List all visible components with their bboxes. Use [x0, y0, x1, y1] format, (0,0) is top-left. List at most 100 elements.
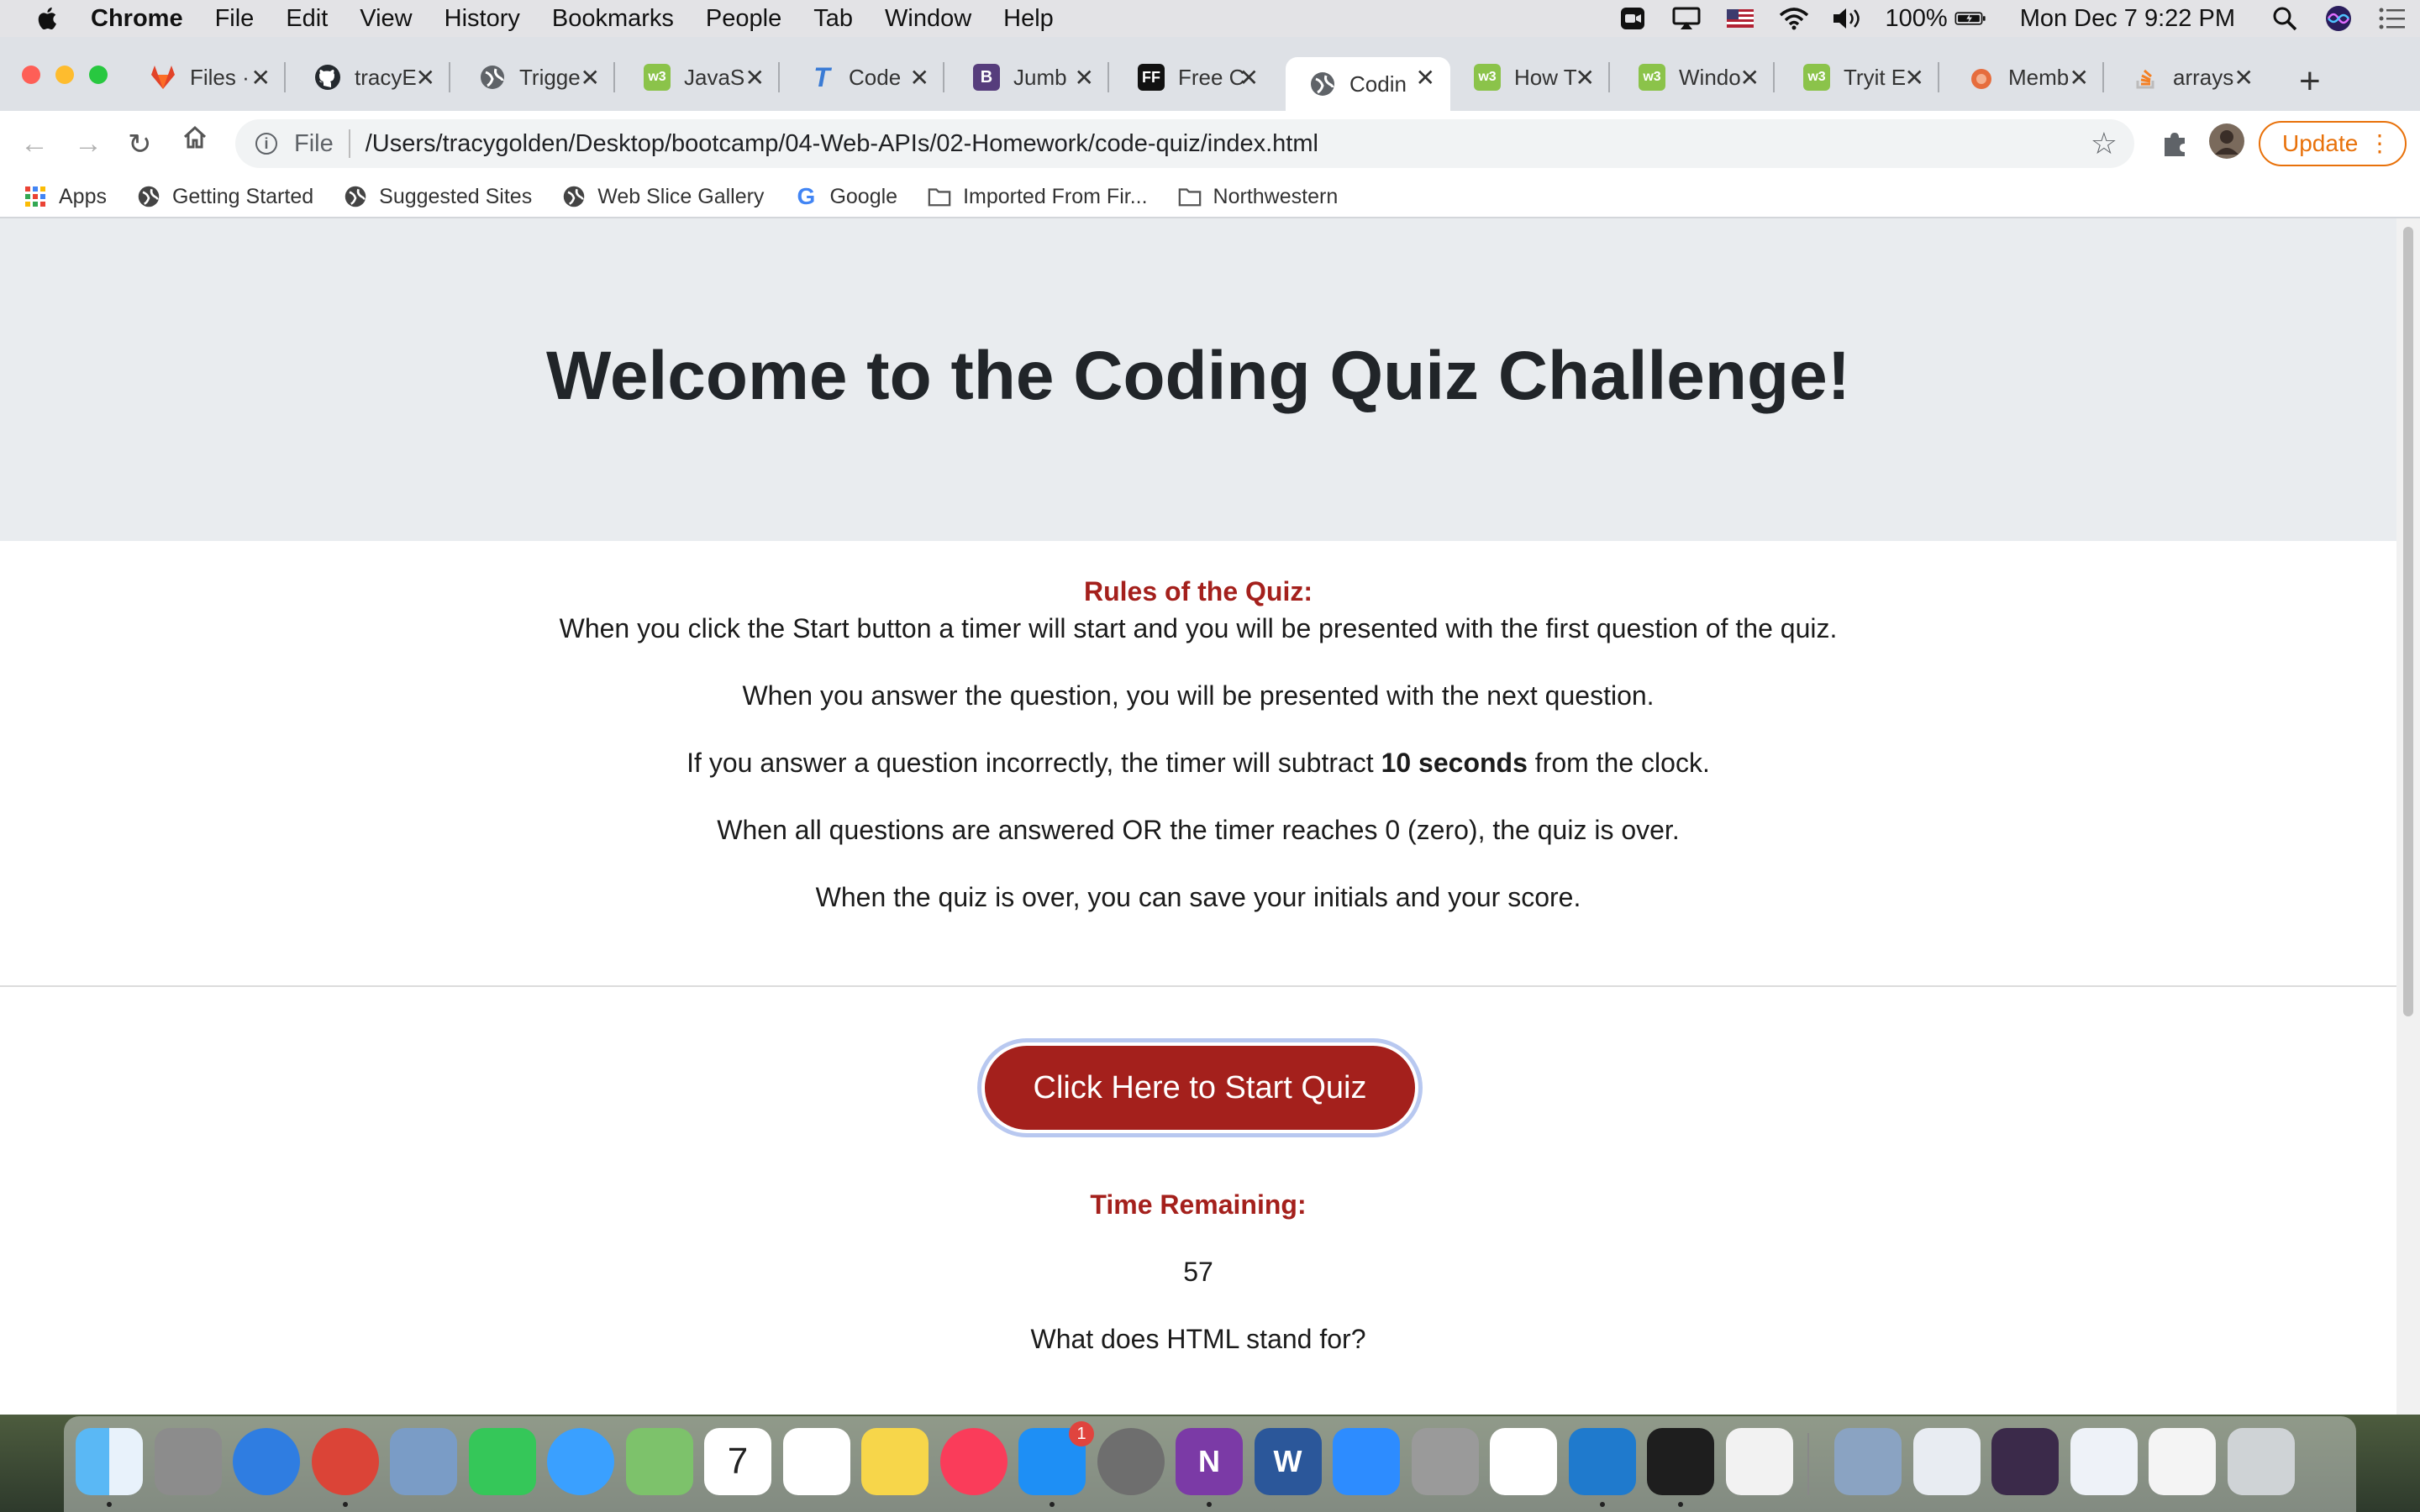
maximize-window-button[interactable] [89, 66, 108, 84]
tab[interactable]: Trigge ✕ [455, 57, 615, 97]
tab[interactable]: w3 How T ✕ [1450, 57, 1610, 97]
tab[interactable]: tracyE ✕ [291, 57, 450, 97]
extensions-puzzle-icon[interactable] [2160, 128, 2190, 162]
close-tab-icon[interactable]: ✕ [1239, 64, 1259, 92]
tab[interactable]: arrays ✕ [2109, 57, 2269, 97]
window-thumb-icon[interactable] [1991, 1428, 2059, 1495]
airplay-icon[interactable] [1670, 6, 1702, 31]
new-tab-button[interactable]: + [2299, 60, 2321, 102]
volume-icon[interactable] [1832, 6, 1864, 31]
start-quiz-button[interactable]: Click Here to Start Quiz [981, 1042, 1418, 1133]
onenote-icon[interactable]: N [1176, 1428, 1243, 1495]
bookmark-getting-started[interactable]: Getting Started [137, 185, 313, 209]
reminders-icon[interactable] [782, 1428, 850, 1495]
battery-icon[interactable] [1954, 6, 1986, 31]
notification-center-icon[interactable] [2376, 6, 2408, 31]
launchpad-icon[interactable] [154, 1428, 222, 1495]
system-preferences-icon[interactable] [1097, 1428, 1165, 1495]
trash-icon[interactable] [2227, 1428, 2295, 1495]
close-tab-icon[interactable]: ✕ [2234, 64, 2254, 92]
close-tab-icon[interactable]: ✕ [1416, 64, 1435, 92]
update-chrome-button[interactable]: Update ⋮ [2259, 121, 2407, 166]
tab[interactable]: w3 Windo ✕ [1615, 57, 1775, 97]
bookmark-star-icon[interactable]: ☆ [2091, 126, 2118, 161]
close-tab-icon[interactable]: ✕ [1075, 64, 1094, 92]
scrollbar-thumb[interactable] [2403, 227, 2413, 1016]
minimize-window-button[interactable] [55, 66, 74, 84]
tab[interactable]: T Code ✕ [785, 57, 944, 97]
slack-icon[interactable] [1490, 1428, 1557, 1495]
menu-help[interactable]: Help [1003, 5, 1054, 33]
address-bar[interactable]: i File /Users/tracygolden/Desktop/bootca… [235, 119, 2134, 168]
clock[interactable]: Mon Dec 7 9:22 PM [2020, 5, 2235, 33]
close-tab-icon[interactable]: ✕ [416, 64, 435, 92]
facetime-icon[interactable] [468, 1428, 536, 1495]
calculator-icon[interactable] [1411, 1428, 1479, 1495]
bookmark-suggested-sites[interactable]: Suggested Sites [344, 185, 532, 209]
zoom-status-icon[interactable] [1617, 6, 1649, 31]
close-tab-icon[interactable]: ✕ [910, 64, 929, 92]
tab[interactable]: B Jumb ✕ [950, 57, 1109, 97]
tab[interactable]: w3 Tryit E ✕ [1780, 57, 1939, 97]
more-menu-icon[interactable]: ⋮ [2368, 129, 2391, 157]
menu-bookmarks[interactable]: Bookmarks [552, 5, 674, 33]
word-icon[interactable]: W [1254, 1428, 1322, 1495]
close-tab-icon[interactable]: ✕ [745, 64, 765, 92]
close-window-button[interactable] [22, 66, 40, 84]
messages-icon[interactable] [547, 1428, 614, 1495]
menu-history[interactable]: History [445, 5, 520, 33]
window-thumb-icon[interactable] [2070, 1428, 2138, 1495]
close-tab-icon[interactable]: ✕ [2070, 64, 2089, 92]
menu-file[interactable]: File [215, 5, 255, 33]
maps-icon[interactable] [625, 1428, 693, 1495]
us-flag-icon[interactable] [1724, 6, 1756, 31]
window-thumb-icon[interactable] [1912, 1428, 1981, 1495]
site-info-icon[interactable]: i [255, 133, 277, 155]
chrome-icon[interactable] [311, 1428, 379, 1495]
calendar-icon[interactable]: 7 [704, 1428, 771, 1495]
vscode-icon[interactable] [1568, 1428, 1636, 1495]
terminal-icon[interactable] [1647, 1428, 1714, 1495]
home-icon[interactable] [182, 124, 208, 159]
bookmark-apps[interactable]: Apps [24, 185, 107, 209]
window-thumb-icon[interactable] [2149, 1428, 2216, 1495]
apple-icon[interactable] [34, 4, 62, 33]
menu-view[interactable]: View [360, 5, 412, 33]
bookmark-web-slice-gallery[interactable]: Web Slice Gallery [562, 185, 764, 209]
siri-icon[interactable] [2323, 6, 2354, 31]
close-tab-icon[interactable]: ✕ [581, 64, 600, 92]
tab[interactable]: Memb ✕ [1944, 57, 2104, 97]
tab[interactable]: w3 JavaS ✕ [620, 57, 780, 97]
tab-active[interactable]: Codin ✕ [1286, 57, 1450, 111]
image-capture-icon[interactable] [1834, 1428, 1902, 1495]
wifi-icon[interactable] [1778, 6, 1810, 31]
url-text[interactable]: /Users/tracygolden/Desktop/bootcamp/04-W… [366, 130, 1318, 158]
tab[interactable]: Files · ✕ [126, 57, 286, 97]
tab[interactable]: FF Free C ✕ [1114, 57, 1274, 97]
safari-icon[interactable] [233, 1428, 300, 1495]
spotlight-search-icon[interactable] [2269, 6, 2301, 31]
reload-icon[interactable]: ↻ [128, 128, 152, 161]
back-icon[interactable]: ← [20, 128, 49, 160]
textedit-icon[interactable] [1725, 1428, 1793, 1495]
profile-avatar[interactable] [2208, 123, 2245, 164]
bookmark-imported-folder[interactable]: Imported From Fir... [928, 185, 1148, 209]
zoom-icon[interactable] [1333, 1428, 1400, 1495]
bookmark-google[interactable]: G Google [794, 183, 898, 209]
close-tab-icon[interactable]: ✕ [1905, 64, 1924, 92]
preview-icon[interactable] [390, 1428, 457, 1495]
menu-edit[interactable]: Edit [286, 5, 328, 33]
close-tab-icon[interactable]: ✕ [1740, 64, 1760, 92]
music-icon[interactable] [939, 1428, 1007, 1495]
bookmark-northwestern-folder[interactable]: Northwestern [1178, 185, 1338, 209]
menu-app-name[interactable]: Chrome [91, 5, 183, 33]
menu-window[interactable]: Window [885, 5, 971, 33]
close-tab-icon[interactable]: ✕ [1576, 64, 1595, 92]
menu-people[interactable]: People [706, 5, 781, 33]
forward-icon[interactable]: → [74, 128, 103, 160]
notes-icon[interactable] [861, 1428, 929, 1495]
menu-tab[interactable]: Tab [813, 5, 853, 33]
close-tab-icon[interactable]: ✕ [251, 64, 271, 92]
finder-icon[interactable] [76, 1428, 143, 1495]
page-scrollbar[interactable] [2396, 218, 2420, 1415]
